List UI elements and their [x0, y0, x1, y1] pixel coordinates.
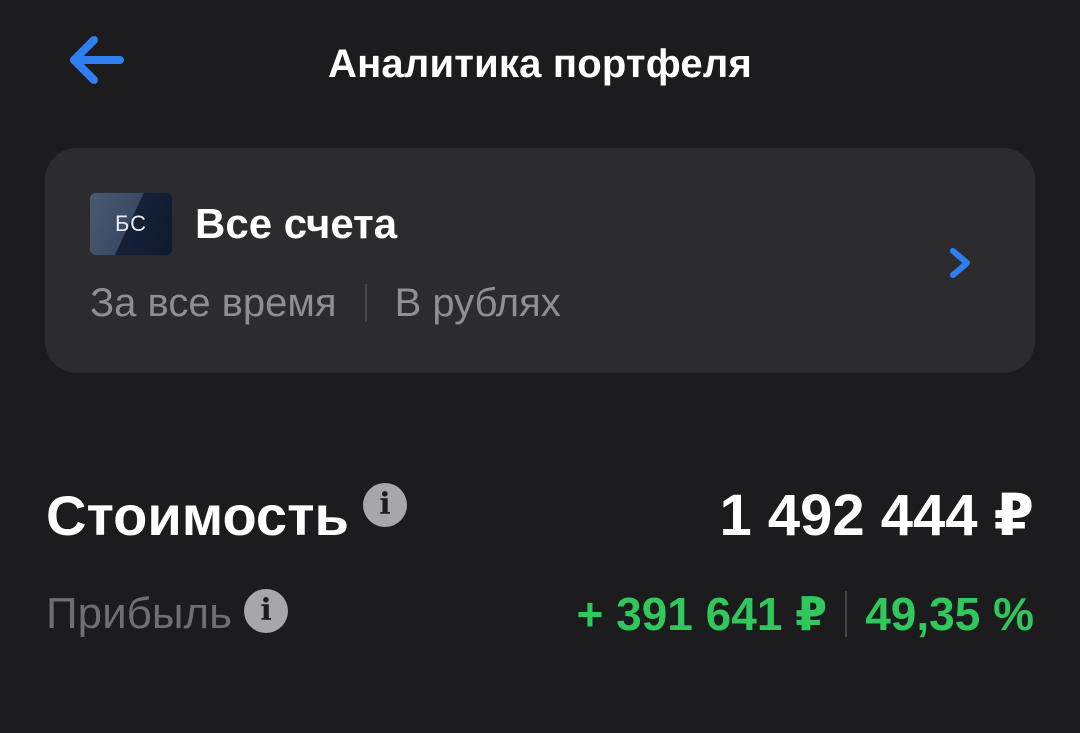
profit-row-label: Прибыль i: [46, 586, 289, 642]
top-bar: Аналитика портфеля: [0, 0, 1080, 128]
account-badge: БС: [90, 193, 172, 255]
period-label: За все время: [90, 281, 337, 325]
account-title: Все счета: [195, 200, 398, 247]
account-selector-card[interactable]: БС Все счета За все время В рублях: [45, 148, 1035, 373]
account-filters: За все время В рублях: [90, 278, 561, 328]
info-icon[interactable]: i: [244, 589, 289, 633]
profit-divider: [845, 591, 848, 637]
value-label: Стоимость: [46, 484, 349, 547]
profit-values: + 391 641 ₽ 49,35 %: [576, 586, 1034, 642]
portfolio-value: 1 492 444 ₽: [719, 483, 1035, 548]
profit-percent: 49,35 %: [865, 588, 1034, 640]
currency-label: В рублях: [394, 281, 561, 325]
filter-divider: [364, 284, 367, 322]
chevron-right-icon: [950, 248, 970, 278]
profit-amount: + 391 641 ₽: [576, 588, 828, 640]
profit-label: Прибыль: [46, 589, 233, 638]
page-title: Аналитика портфеля: [327, 42, 752, 86]
info-icon[interactable]: i: [362, 483, 407, 527]
portfolio-value-row-label: Стоимость i: [46, 483, 407, 548]
